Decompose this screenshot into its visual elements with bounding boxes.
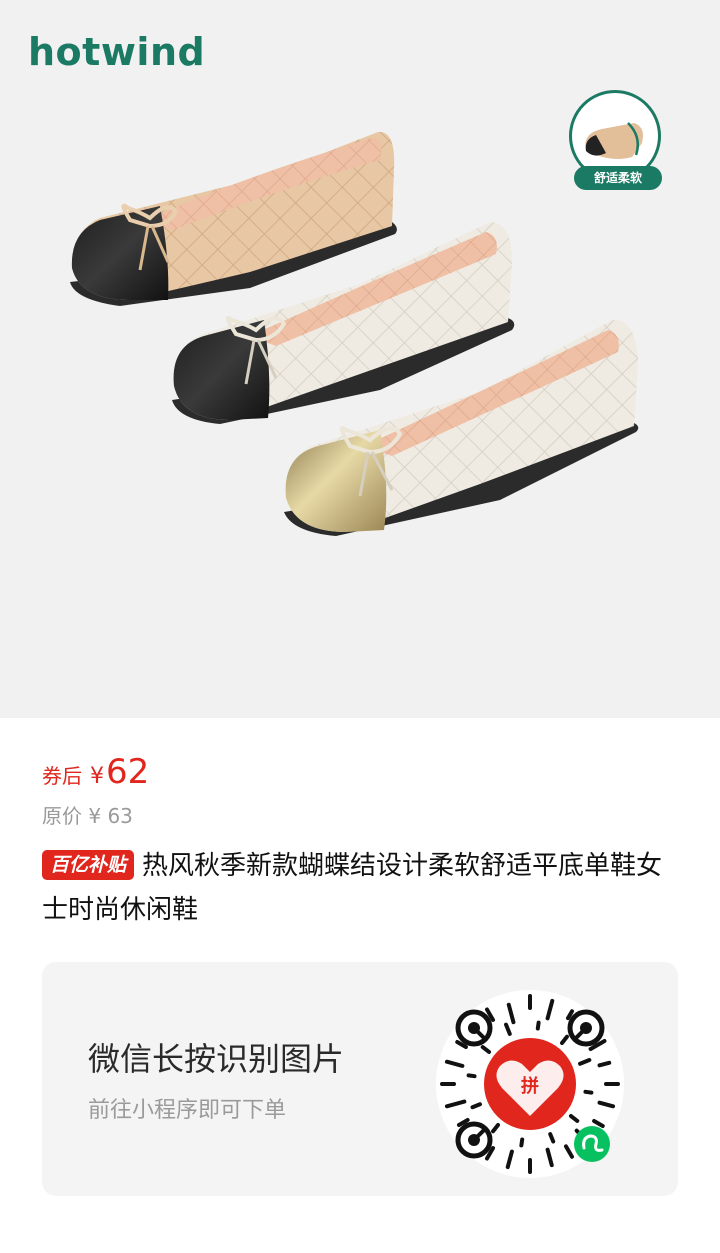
coupon-price-label: 券后 [42,764,82,788]
feature-label: 舒适柔软 [574,166,662,190]
currency-symbol: ¥ [90,764,104,789]
brand-logo: hotwind [28,30,206,74]
subsidy-badge: 百亿补贴 [42,850,135,880]
product-title: 热风秋季新款蝴蝶结设计柔软舒适平底单鞋女士时尚休闲鞋 [42,851,663,925]
scan-instruction: 微信长按识别图片 [88,1040,345,1078]
product-title-block: 百亿补贴 热风秋季新款蝴蝶结设计柔软舒适平底单鞋女士时尚休闲鞋 [42,844,682,932]
product-image: hotwind 舒适柔软 [0,0,720,718]
mini-program-card: 微信长按识别图片 前往小程序即可下单 拼 [42,962,678,1196]
logo-char: 拼 [521,1075,539,1097]
feature-badge: 舒适柔软 [566,90,668,198]
shoe-beige-black [70,131,397,306]
original-price: 原价 ¥ 63 [42,804,133,828]
scan-subtitle: 前往小程序即可下单 [88,1098,287,1123]
mini-program-icon [574,1126,610,1162]
share-poster: hotwind 舒适柔软 券后 ¥ 62 原价 ¥ 63 百亿补贴 热风秋季新款蝴… [0,0,720,1253]
price-value: 62 [106,752,150,792]
mini-program-code[interactable]: 拼 [434,988,626,1180]
price-row: 券后 ¥ 62 [42,752,149,796]
